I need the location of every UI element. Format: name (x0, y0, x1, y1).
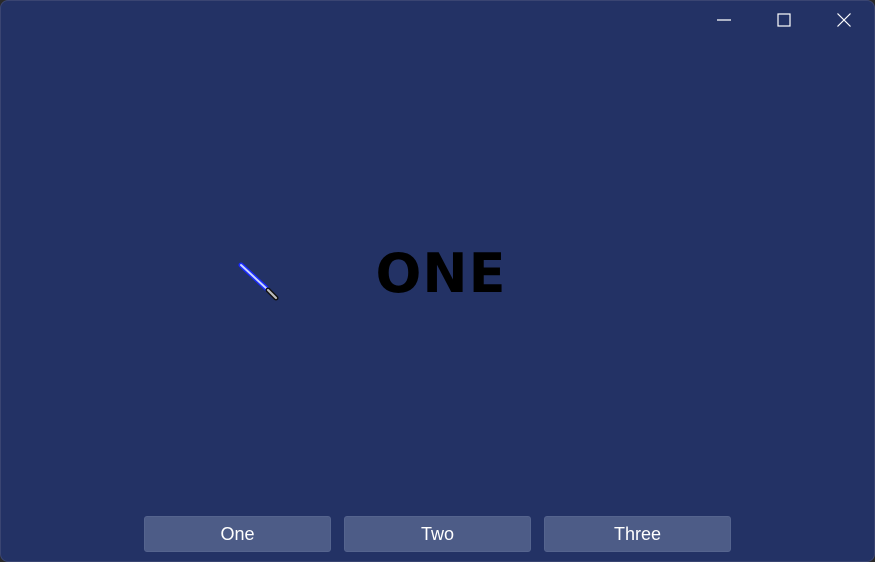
one-button[interactable]: One (144, 516, 331, 552)
close-button[interactable] (814, 1, 874, 39)
maximize-button[interactable] (754, 1, 814, 39)
page-headline: ONE (375, 242, 507, 305)
two-button[interactable]: Two (344, 516, 531, 552)
lightsaber-cursor-icon (238, 262, 279, 301)
button-row: One Two Three (144, 516, 731, 552)
three-button[interactable]: Three (544, 516, 731, 552)
maximize-icon (777, 13, 791, 27)
app-window: ONE One Two Three (0, 0, 875, 562)
minimize-button[interactable] (694, 1, 754, 39)
close-icon (837, 13, 851, 27)
window-controls (694, 1, 874, 39)
minimize-icon (717, 19, 731, 21)
